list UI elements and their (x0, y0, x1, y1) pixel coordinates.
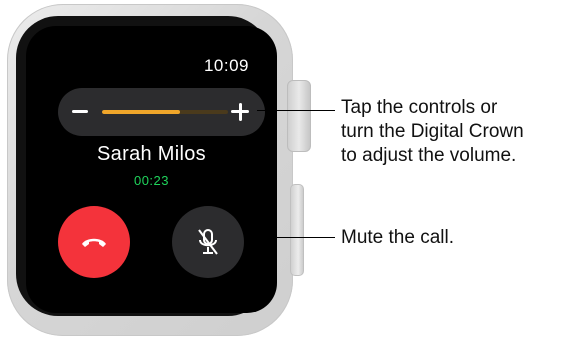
mute-callout: Mute the call. (341, 226, 454, 250)
volume-callout-line (257, 110, 335, 111)
digital-crown[interactable] (287, 80, 311, 152)
watch-screen: 10:09 Sarah Milos 00:23 (26, 26, 277, 313)
caller-name: Sarah Milos (97, 143, 206, 165)
volume-slider[interactable] (102, 110, 228, 114)
side-button[interactable] (290, 184, 304, 276)
minus-icon[interactable] (72, 110, 88, 113)
call-duration: 00:23 (133, 173, 170, 188)
mute-callout-text: Mute the call. (341, 227, 454, 248)
volume-callout-line2: turn the Digital Crown (341, 121, 524, 142)
volume-slider-fill (102, 110, 181, 114)
volume-callout-line3: to adjust the volume. (341, 145, 517, 166)
volume-callout: Tap the controls or turn the Digital Cro… (341, 96, 524, 168)
end-call-button[interactable] (58, 206, 130, 278)
mute-button[interactable] (172, 206, 244, 278)
mute-callout-line (247, 237, 335, 238)
volume-control[interactable] (58, 88, 265, 136)
microphone-slash-icon (198, 229, 218, 255)
phone-hangup-icon (82, 238, 106, 247)
volume-callout-line1: Tap the controls or (341, 97, 498, 118)
plus-icon-stem[interactable] (238, 102, 242, 121)
status-time: 10:09 (203, 56, 249, 75)
